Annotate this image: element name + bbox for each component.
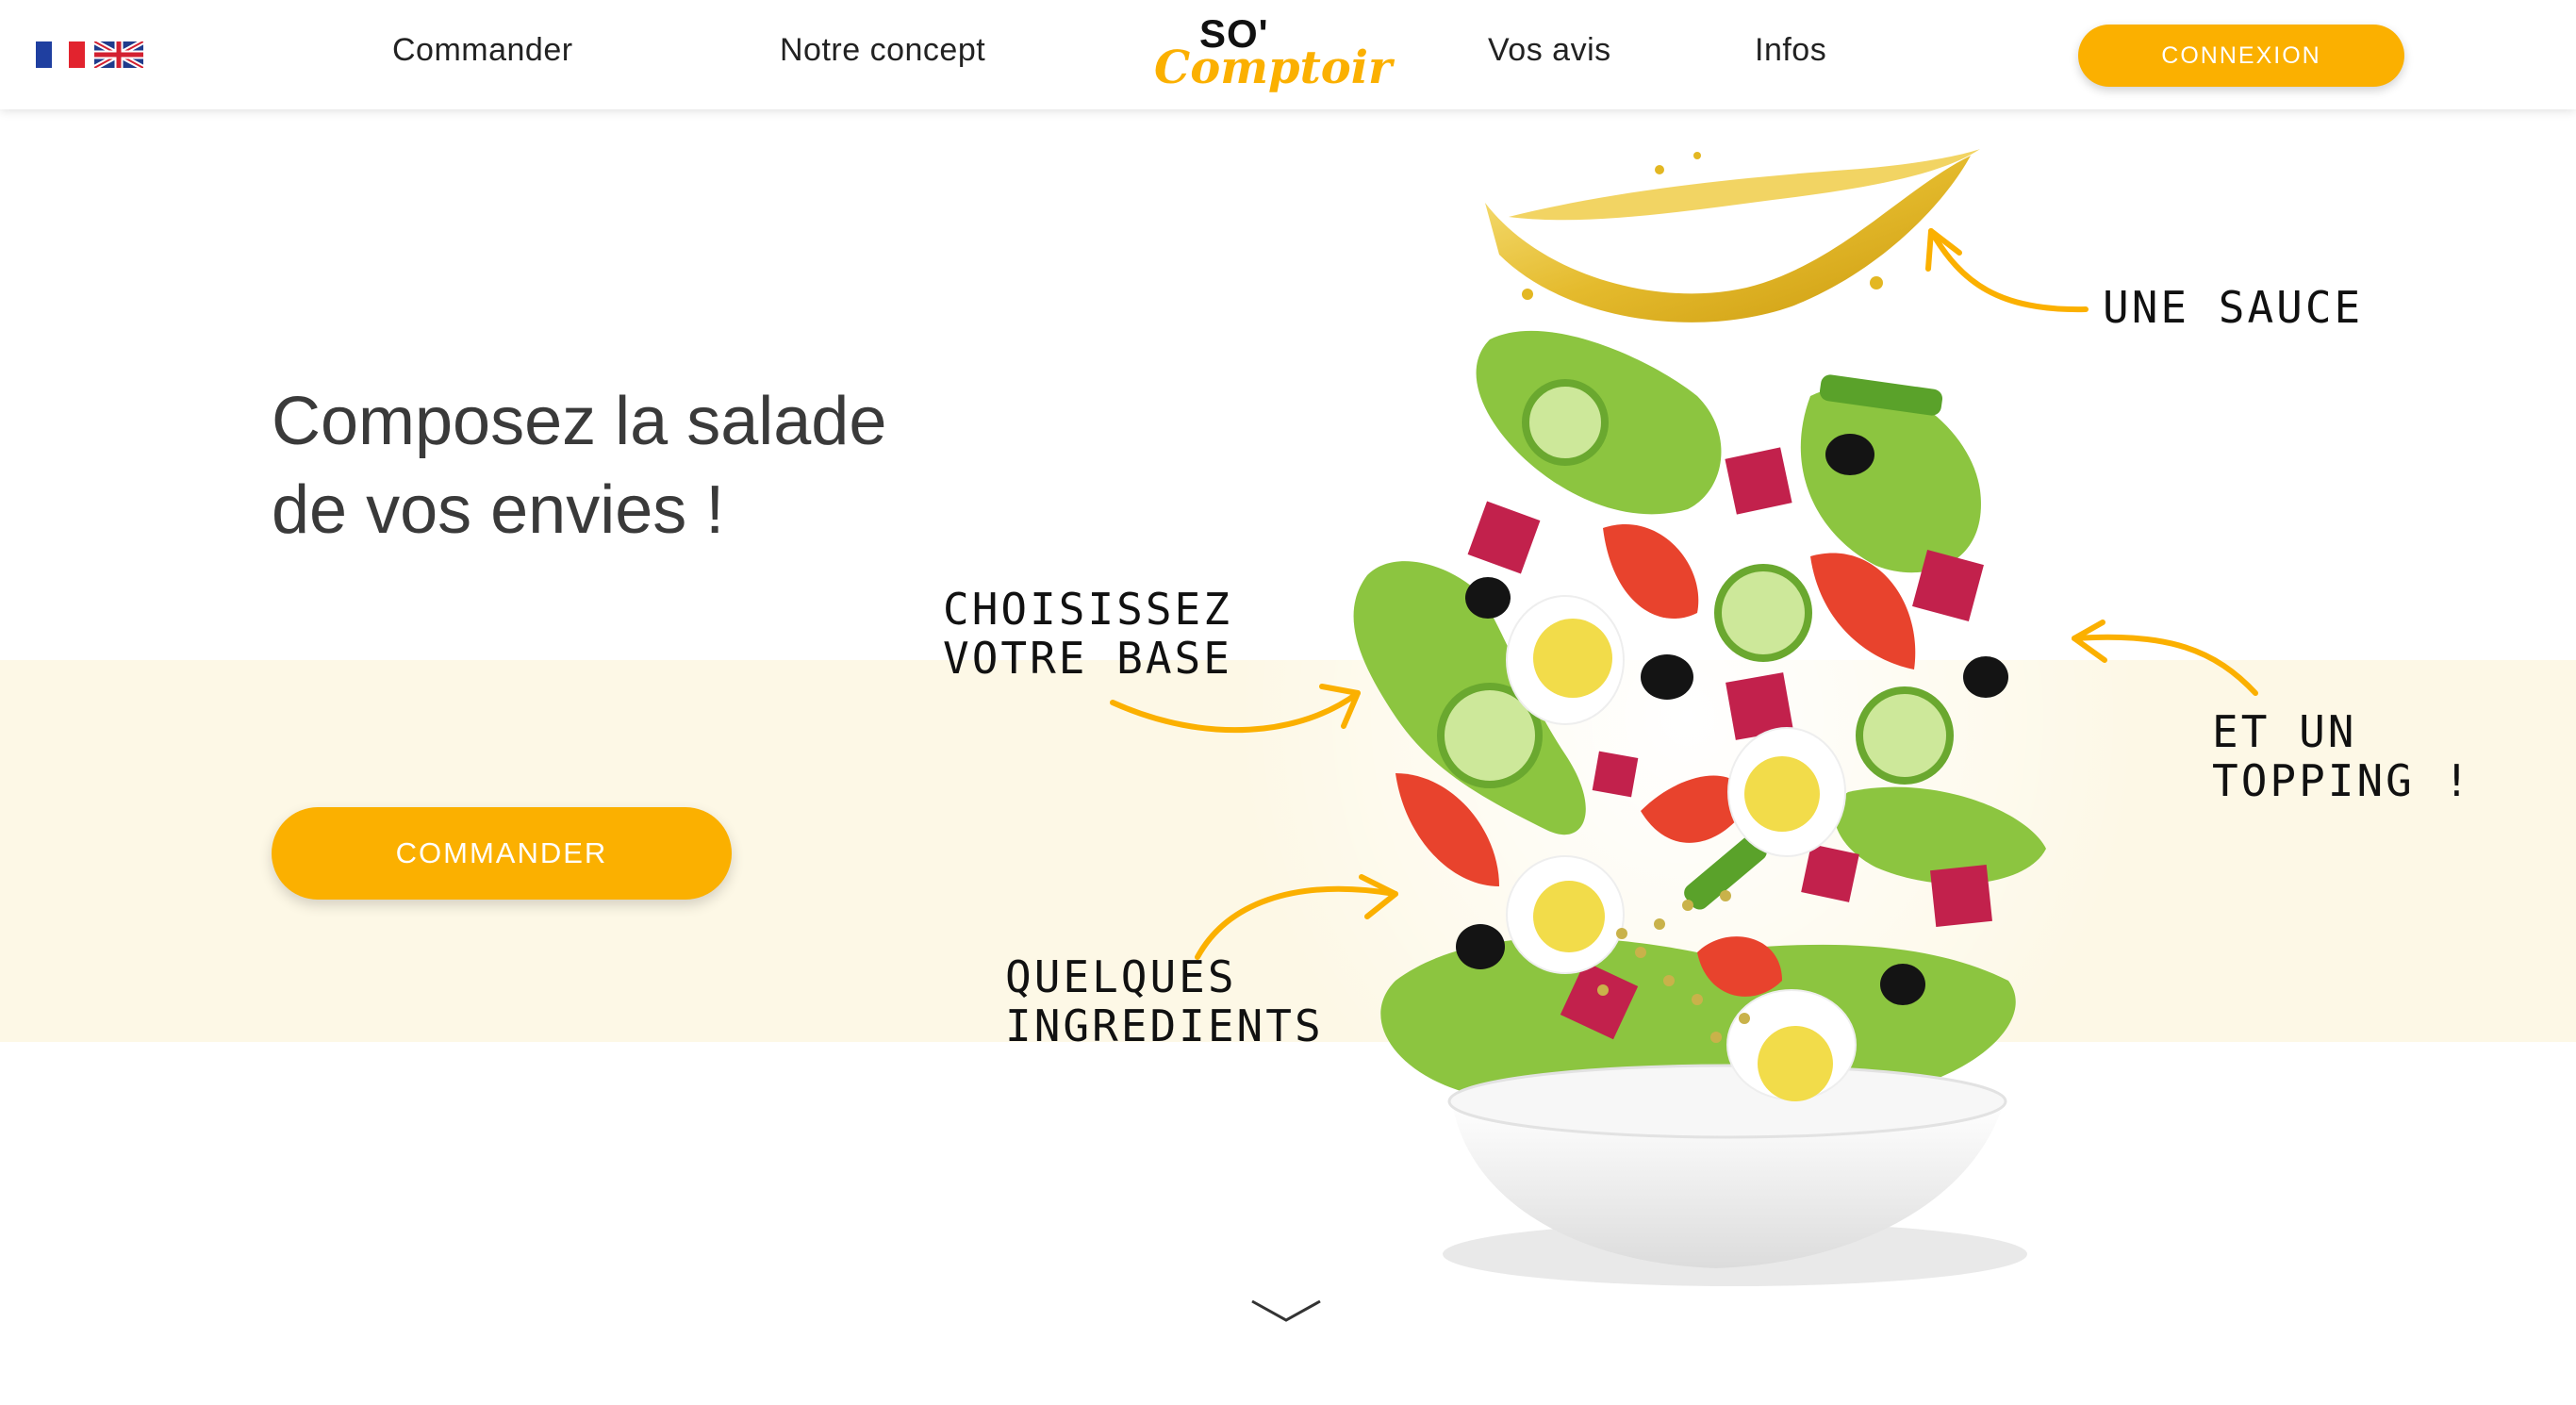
annotation-sauce: UNE SAUCE (2103, 282, 2364, 333)
france-flag-icon[interactable] (36, 41, 85, 68)
so-comptoir-logo[interactable]: SO' Comptoir (1150, 8, 1392, 102)
arrow-sauce (1928, 228, 2089, 313)
nav-vos-avis[interactable]: Vos avis (1488, 32, 1611, 69)
uk-flag-icon[interactable] (94, 41, 143, 68)
chevron-down-icon[interactable] (1250, 1298, 1322, 1326)
salad-illustration (1110, 149, 2258, 1286)
annotation-ingredients: QUELQUES INGREDIENTS (1005, 951, 1324, 1051)
nav-commander[interactable]: Commander (392, 32, 573, 69)
logo-comptoir-text: Comptoir (1154, 41, 1393, 94)
connexion-button[interactable]: CONNEXION (2078, 25, 2404, 87)
nav-infos[interactable]: Infos (1755, 32, 1826, 69)
nav-notre-concept[interactable]: Notre concept (780, 32, 985, 69)
annotation-base: CHOISISSEZ VOTRE BASE (943, 584, 1232, 684)
bowl-illustration (1443, 1064, 2027, 1286)
top-navigation: Commander Notre concept SO' Comptoir Vos… (0, 0, 2576, 109)
annotation-topping: ET UN TOPPING ! (2212, 706, 2473, 806)
